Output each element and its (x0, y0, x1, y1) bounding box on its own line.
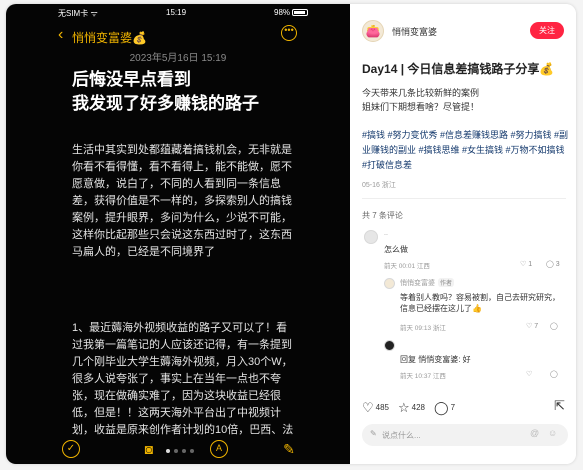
battery-label: 98% (274, 8, 291, 17)
author-reply-avatar[interactable] (384, 278, 395, 289)
reply-text: 等着别人教吗？容易被割，自己去研究研究，信息已经摆在这儿了👍 (400, 293, 560, 313)
note-date: 2023年5月16日 15:19 (129, 53, 227, 64)
comment-placeholder: 说点什么... (382, 431, 421, 440)
mention-icon[interactable]: @ (530, 428, 539, 438)
comment-meta: 前天 00:01 江西 (384, 263, 430, 270)
nav-title[interactable]: 悄悄变富婆💰 (72, 29, 147, 46)
commenter-avatar[interactable] (364, 230, 378, 244)
like-count: 485 (375, 403, 390, 413)
reply-author-name[interactable]: 悄悄变富婆 作者 (400, 278, 455, 288)
reply-text: 回复 悄悄变富婆: 好 (400, 355, 471, 364)
pager-dot (182, 449, 186, 453)
pen-icon: ✎ (370, 429, 377, 438)
post-detail-panel: 👛 悄悄变富婆 关注 Day14 | 今日信息差搞钱路子分享💰 今天带来几条比较… (350, 4, 576, 464)
like-button[interactable]: ♡ 485 (362, 400, 389, 416)
comment-like-button[interactable]: ♡ 1 (520, 260, 532, 268)
checklist-icon[interactable]: ✓ (62, 440, 80, 458)
author-tag-badge: 作者 (438, 278, 455, 287)
notes-toolbar: ✓ ◙ A ✎ (6, 436, 350, 464)
post-tags[interactable]: #搞钱 #努力变优秀 #信息差赚钱思路 #努力搞钱 #副业赚钱的副业 #搞钱思维… (362, 128, 570, 173)
author-name[interactable]: 悄悄变富婆 (392, 25, 437, 38)
star-icon: ☆ (398, 400, 410, 415)
compose-icon[interactable]: ✎ (280, 440, 298, 458)
camera-icon[interactable]: ◙ (140, 440, 158, 458)
battery-indicator: 98% (274, 8, 309, 17)
comment-bubble-icon: ◯ (434, 400, 449, 415)
navigate-icon[interactable]: A (210, 440, 228, 458)
emoji-icon[interactable]: ☺ (548, 428, 557, 438)
comment-reply-button[interactable]: ◯ 3 (546, 260, 560, 268)
reply-like-button[interactable]: ♡ (526, 370, 532, 378)
note-paragraph-1: 生活中其实到处都蕴藏着搞钱机会，无非就是你看不看得懂，看不看得上，能不能做，愿不… (72, 144, 292, 258)
comment-input[interactable]: ✎ 说点什么... @ ☺ (362, 424, 568, 446)
divider (362, 198, 566, 199)
notes-navbar: ‹ 悄悄变富婆💰 ••• (6, 24, 350, 46)
collect-button[interactable]: ☆ 428 (398, 400, 425, 416)
commenter-name[interactable]: .. (384, 230, 388, 237)
battery-icon (292, 9, 309, 17)
reply-like-button[interactable]: ♡ 7 (526, 322, 538, 330)
reply-reply-button[interactable]: ◯ (550, 322, 558, 330)
comment-count: 共 7 条评论 (362, 211, 403, 220)
comment-text: 怎么做 (384, 245, 408, 254)
follow-button[interactable]: 关注 (530, 22, 564, 39)
pager-dot (190, 449, 194, 453)
note-title: 后悔没早点看到 我发现了好多赚钱的路子 (72, 70, 259, 113)
engagement-bar: ♡ 485 ☆ 428 ◯ 7 ⇱ (362, 398, 572, 416)
carrier-label: 无SIM卡 ᯤ (58, 9, 98, 18)
reply-avatar[interactable] (384, 340, 395, 351)
note-card: 无SIM卡 ᯤ 15:19 98% ‹ 悄悄变富婆💰 ••• 2023年5月16… (6, 4, 576, 464)
pager-dot (174, 449, 178, 453)
image-pager-dots (166, 449, 194, 453)
post-title: Day14 | 今日信息差搞钱路子分享💰 (362, 62, 555, 76)
reply-reply-button[interactable]: ◯ (550, 370, 558, 378)
comment-total: 7 (450, 403, 456, 413)
post-date-location: 05-16 浙江 (362, 182, 396, 189)
comment-button[interactable]: ◯ 7 (434, 400, 455, 416)
collect-count: 428 (411, 403, 426, 413)
reply-meta: 前天 10:37 江西 (400, 373, 446, 380)
more-icon[interactable]: ••• (281, 25, 297, 41)
pager-dot (166, 449, 170, 453)
heart-icon: ♡ (362, 400, 374, 415)
post-body: 今天带来几条比较新鲜的案例 姐妹们下期想看啥？尽管提！ (362, 88, 480, 112)
share-icon[interactable]: ⇱ (554, 398, 565, 414)
author-avatar[interactable]: 👛 (362, 20, 384, 42)
note-image[interactable]: 无SIM卡 ᯤ 15:19 98% ‹ 悄悄变富婆💰 ••• 2023年5月16… (6, 4, 350, 464)
note-paragraph-2: 1、最近薅海外视频收益的路子又可以了！看过我第一篇笔记的人应该还记得，有一条提到… (72, 322, 294, 436)
reply-author-name-text: 悄悄变富婆 (400, 280, 435, 287)
status-time: 15:19 (166, 8, 187, 17)
comments-fade (350, 382, 576, 396)
back-chevron-icon[interactable]: ‹ (58, 27, 63, 43)
reply-meta: 前天 09:13 浙江 (400, 325, 446, 332)
status-bar: 无SIM卡 ᯤ 15:19 98% (6, 4, 350, 22)
